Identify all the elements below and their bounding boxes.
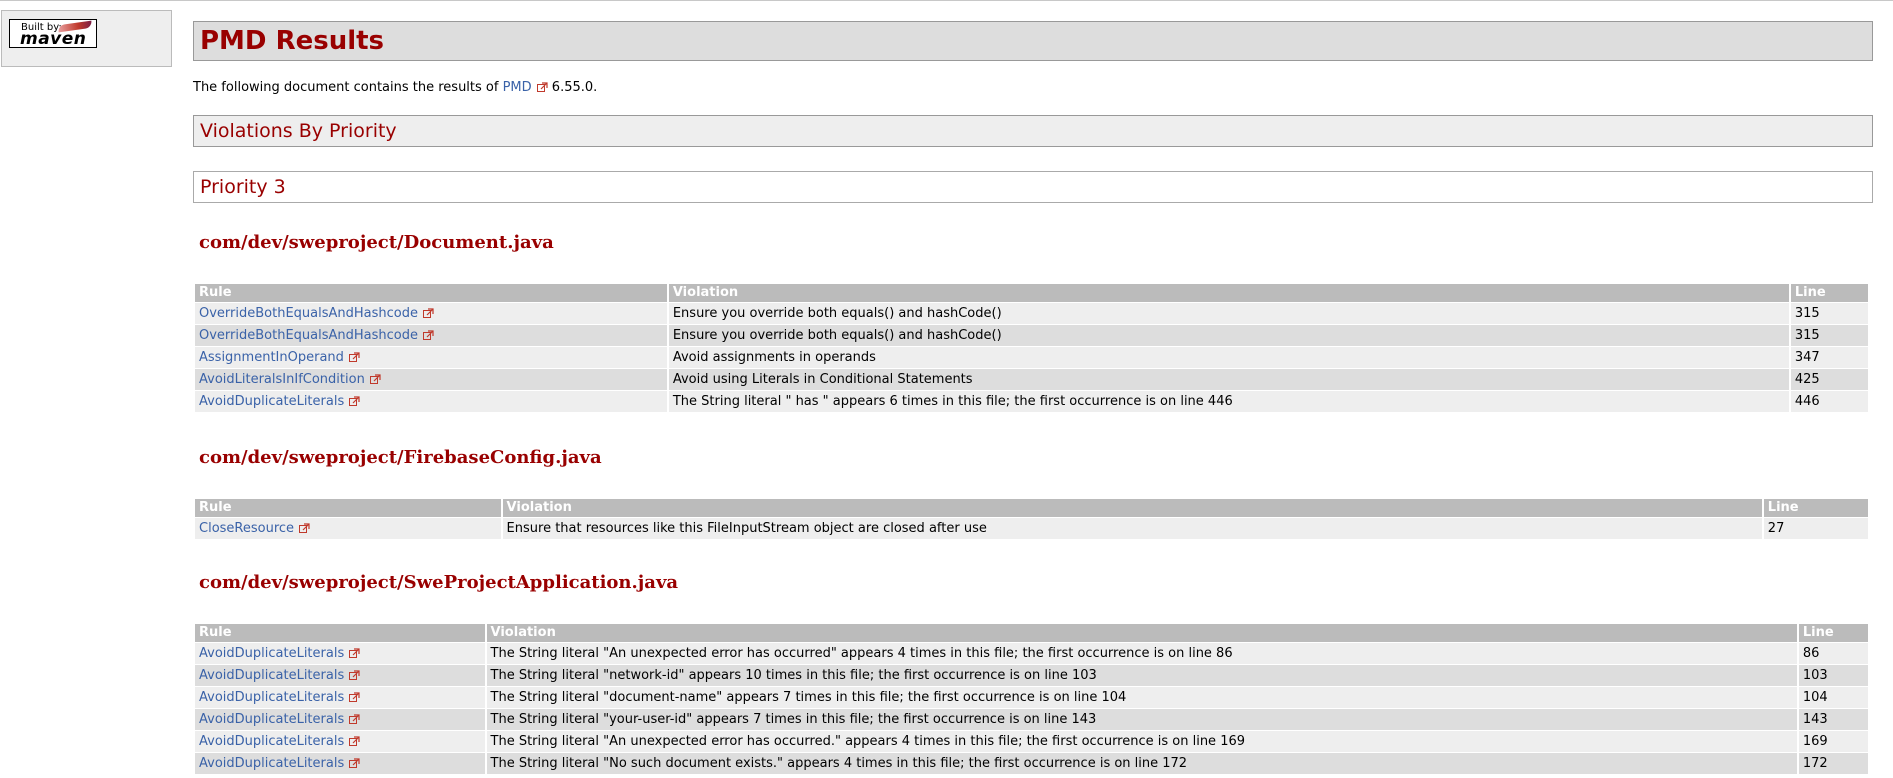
line-cell: 446 (1790, 391, 1868, 413)
line-cell: 86 (1798, 643, 1868, 665)
violation-cell: The String literal "network-id" appears … (486, 665, 1797, 687)
rule-link[interactable]: AvoidDuplicateLiterals (199, 394, 344, 409)
violations-table-firebaseconfig: Rule Violation Line CloseResource Ensure … (193, 499, 1870, 540)
rule-cell: AvoidDuplicateLiterals (195, 731, 485, 753)
violations-table-sweprojectapplication: Rule Violation Line AvoidDuplicateLitera… (193, 624, 1870, 775)
file-heading-firebaseconfig: com/dev/sweproject/FirebaseConfig.java (199, 447, 602, 468)
violation-cell: The String literal "No such document exi… (486, 753, 1797, 775)
table-row: AvoidDuplicateLiterals The String literal… (195, 665, 1868, 687)
violation-cell: The String literal "An unexpected error … (486, 643, 1797, 665)
line-cell: 143 (1798, 709, 1868, 731)
external-link-icon (299, 523, 310, 533)
rule-link[interactable]: AvoidDuplicateLiterals (199, 690, 344, 705)
violation-cell: The String literal "document-name" appea… (486, 687, 1797, 709)
violations-table-document: Rule Violation Line OverrideBothEqualsAn… (193, 284, 1870, 413)
table-row: AvoidDuplicateLiterals The String literal… (195, 643, 1868, 665)
line-cell: 104 (1798, 687, 1868, 709)
rule-link[interactable]: AvoidDuplicateLiterals (199, 646, 344, 661)
violation-cell: The String literal " has " appears 6 tim… (668, 391, 1789, 413)
file-heading-sweprojectapplication: com/dev/sweproject/SweProjectApplication… (199, 572, 679, 593)
table-row: AvoidLiteralsInIfCondition Avoid using Li… (195, 369, 1868, 391)
external-link-icon (348, 352, 360, 362)
table-row: OverrideBothEqualsAndHashcode Ensure you … (195, 325, 1868, 347)
table-row: AvoidDuplicateLiterals The String literal… (195, 753, 1868, 775)
rule-cell: OverrideBothEqualsAndHashcode (195, 325, 667, 347)
line-cell: 172 (1798, 753, 1868, 775)
intro-prefix: The following document contains the resu… (193, 80, 503, 95)
table-row: CloseResource Ensure that resources like … (195, 518, 1868, 540)
built-by-maven-logo[interactable]: Built by: maven (9, 19, 97, 48)
column-header-rule: Rule (195, 499, 501, 518)
column-header-rule: Rule (195, 284, 667, 303)
external-link-icon (349, 758, 360, 768)
rule-cell: AvoidDuplicateLiterals (195, 643, 485, 665)
external-link-icon (349, 692, 360, 702)
external-link-icon (369, 374, 381, 384)
rule-cell: OverrideBothEqualsAndHashcode (195, 303, 667, 325)
violation-cell: Avoid assignments in operands (668, 347, 1789, 369)
intro-paragraph: The following document contains the resu… (193, 80, 597, 96)
table-row: AvoidDuplicateLiterals The String literal… (195, 687, 1868, 709)
line-cell: 425 (1790, 369, 1868, 391)
line-cell: 169 (1798, 731, 1868, 753)
external-link-icon (423, 308, 434, 318)
table-row: AssignmentInOperand Avoid assignments in … (195, 347, 1868, 369)
file-heading-document: com/dev/sweproject/Document.java (199, 232, 554, 253)
rule-cell: AvoidDuplicateLiterals (195, 391, 667, 413)
violation-cell: The String literal "An unexpected error … (486, 731, 1797, 753)
line-cell: 315 (1790, 303, 1868, 325)
violation-cell: Ensure you override both equals() and ha… (668, 325, 1789, 347)
rule-link[interactable]: AvoidDuplicateLiterals (199, 712, 344, 727)
intro-suffix: 6.55.0. (547, 80, 598, 95)
external-link-icon (349, 648, 360, 658)
page-title: PMD Results (193, 21, 1873, 61)
rule-cell: AvoidDuplicateLiterals (195, 687, 485, 709)
violation-cell: Ensure that resources like this FileInpu… (502, 518, 1762, 540)
rule-link[interactable]: CloseResource (199, 521, 294, 536)
rule-link[interactable]: AvoidLiteralsInIfCondition (199, 372, 365, 387)
line-cell: 347 (1790, 347, 1868, 369)
rule-link[interactable]: OverrideBothEqualsAndHashcode (199, 306, 418, 321)
column-header-rule: Rule (195, 624, 485, 643)
column-header-line: Line (1790, 284, 1868, 303)
external-link-icon (349, 736, 360, 746)
table-row: AvoidDuplicateLiterals The String literal… (195, 709, 1868, 731)
table-row: AvoidDuplicateLiterals The String literal… (195, 731, 1868, 753)
rule-cell: AssignmentInOperand (195, 347, 667, 369)
rule-cell: AvoidDuplicateLiterals (195, 665, 485, 687)
rule-link[interactable]: AvoidDuplicateLiterals (199, 668, 344, 683)
external-link-icon (423, 330, 434, 340)
rule-link[interactable]: OverrideBothEqualsAndHashcode (199, 328, 418, 343)
rule-cell: CloseResource (195, 518, 501, 540)
violations-by-priority-heading: Violations By Priority (193, 115, 1873, 147)
column-header-violation: Violation (502, 499, 1762, 518)
rule-link[interactable]: AssignmentInOperand (199, 350, 344, 365)
table-row: OverrideBothEqualsAndHashcode Ensure you … (195, 303, 1868, 325)
line-cell: 315 (1790, 325, 1868, 347)
line-cell: 27 (1763, 518, 1868, 540)
rule-cell: AvoidLiteralsInIfCondition (195, 369, 667, 391)
external-link-icon (349, 670, 360, 680)
violation-cell: Ensure you override both equals() and ha… (668, 303, 1789, 325)
top-border (0, 0, 1893, 1)
column-header-line: Line (1763, 499, 1868, 518)
external-link-icon (349, 396, 360, 406)
external-link-icon (536, 82, 548, 92)
violation-cell: Avoid using Literals in Conditional Stat… (668, 369, 1789, 391)
violation-cell: The String literal "your-user-id" appear… (486, 709, 1797, 731)
rule-link[interactable]: AvoidDuplicateLiterals (199, 734, 344, 749)
rule-link[interactable]: AvoidDuplicateLiterals (199, 756, 344, 771)
column-header-violation: Violation (668, 284, 1789, 303)
line-cell: 103 (1798, 665, 1868, 687)
rule-cell: AvoidDuplicateLiterals (195, 753, 485, 775)
rule-cell: AvoidDuplicateLiterals (195, 709, 485, 731)
maven-wordmark: maven (20, 29, 87, 49)
external-link-icon (349, 714, 360, 724)
table-row: AvoidDuplicateLiterals The String literal… (195, 391, 1868, 413)
column-header-violation: Violation (486, 624, 1797, 643)
column-header-line: Line (1798, 624, 1868, 643)
priority-3-heading: Priority 3 (193, 171, 1873, 203)
pmd-link[interactable]: PMD (503, 80, 532, 95)
